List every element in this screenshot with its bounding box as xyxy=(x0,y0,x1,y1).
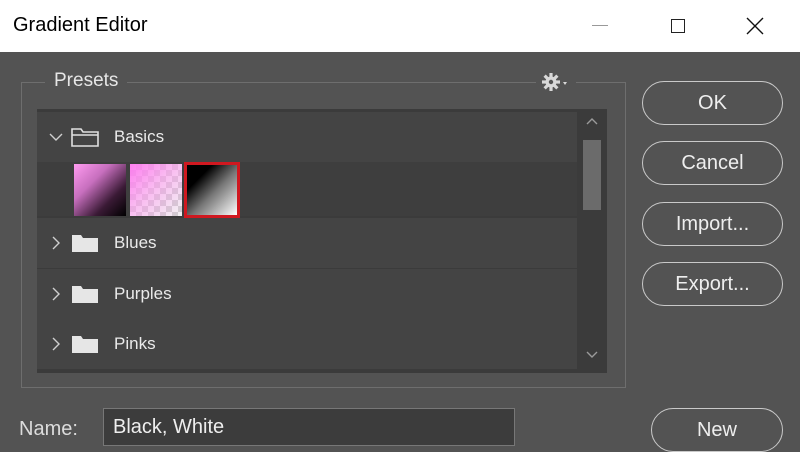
ok-button[interactable]: OK xyxy=(642,81,783,125)
preset-group-pinks[interactable]: Pinks xyxy=(37,319,577,369)
gradient-swatch-black-white-selected[interactable] xyxy=(184,162,240,218)
scroll-down-icon[interactable] xyxy=(584,348,600,360)
presets-settings-button[interactable] xyxy=(536,70,576,94)
folder-icon xyxy=(72,235,98,252)
maximize-icon xyxy=(671,19,685,33)
preset-group-label: Blues xyxy=(114,233,157,252)
title-bar: Gradient Editor xyxy=(0,0,800,52)
cancel-button[interactable]: Cancel xyxy=(642,141,783,185)
name-label: Name: xyxy=(19,418,78,440)
window-title: Gradient Editor xyxy=(13,14,148,36)
name-input[interactable] xyxy=(103,408,515,446)
chevron-right-icon[interactable] xyxy=(49,236,63,250)
preset-group-label: Basics xyxy=(114,127,165,146)
preset-group-purples[interactable]: Purples xyxy=(37,269,577,319)
export-button[interactable]: Export... xyxy=(642,262,783,306)
preset-group-basics[interactable]: Basics xyxy=(37,112,577,162)
chevron-right-icon[interactable] xyxy=(49,287,63,301)
chevron-down-icon[interactable] xyxy=(49,130,63,144)
folder-icon xyxy=(71,128,99,147)
minimize-button[interactable] xyxy=(577,0,623,52)
preset-group-label: Purples xyxy=(114,284,172,303)
scrollbar-thumb[interactable] xyxy=(583,140,601,210)
preset-group-blues[interactable]: Blues xyxy=(37,218,577,268)
gradient-swatch-pink-black[interactable] xyxy=(74,164,126,216)
close-icon xyxy=(746,17,764,35)
new-button[interactable]: New xyxy=(651,408,783,452)
gradient-swatch-pink-transparent[interactable] xyxy=(130,164,182,216)
presets-scrollbar[interactable] xyxy=(580,112,604,370)
presets-list: Basics Blues Purples Pinks xyxy=(37,109,607,373)
folder-icon xyxy=(72,336,98,353)
folder-icon xyxy=(72,286,98,303)
scroll-up-icon[interactable] xyxy=(584,116,600,128)
gear-icon xyxy=(542,73,567,91)
import-button[interactable]: Import... xyxy=(642,202,783,246)
basics-swatch-row xyxy=(37,162,577,218)
close-button[interactable] xyxy=(732,0,778,52)
maximize-button[interactable] xyxy=(655,0,701,52)
minimize-icon xyxy=(592,24,608,26)
chevron-right-icon[interactable] xyxy=(49,337,63,351)
preset-group-label: Pinks xyxy=(114,334,156,353)
presets-legend: Presets xyxy=(45,70,128,92)
